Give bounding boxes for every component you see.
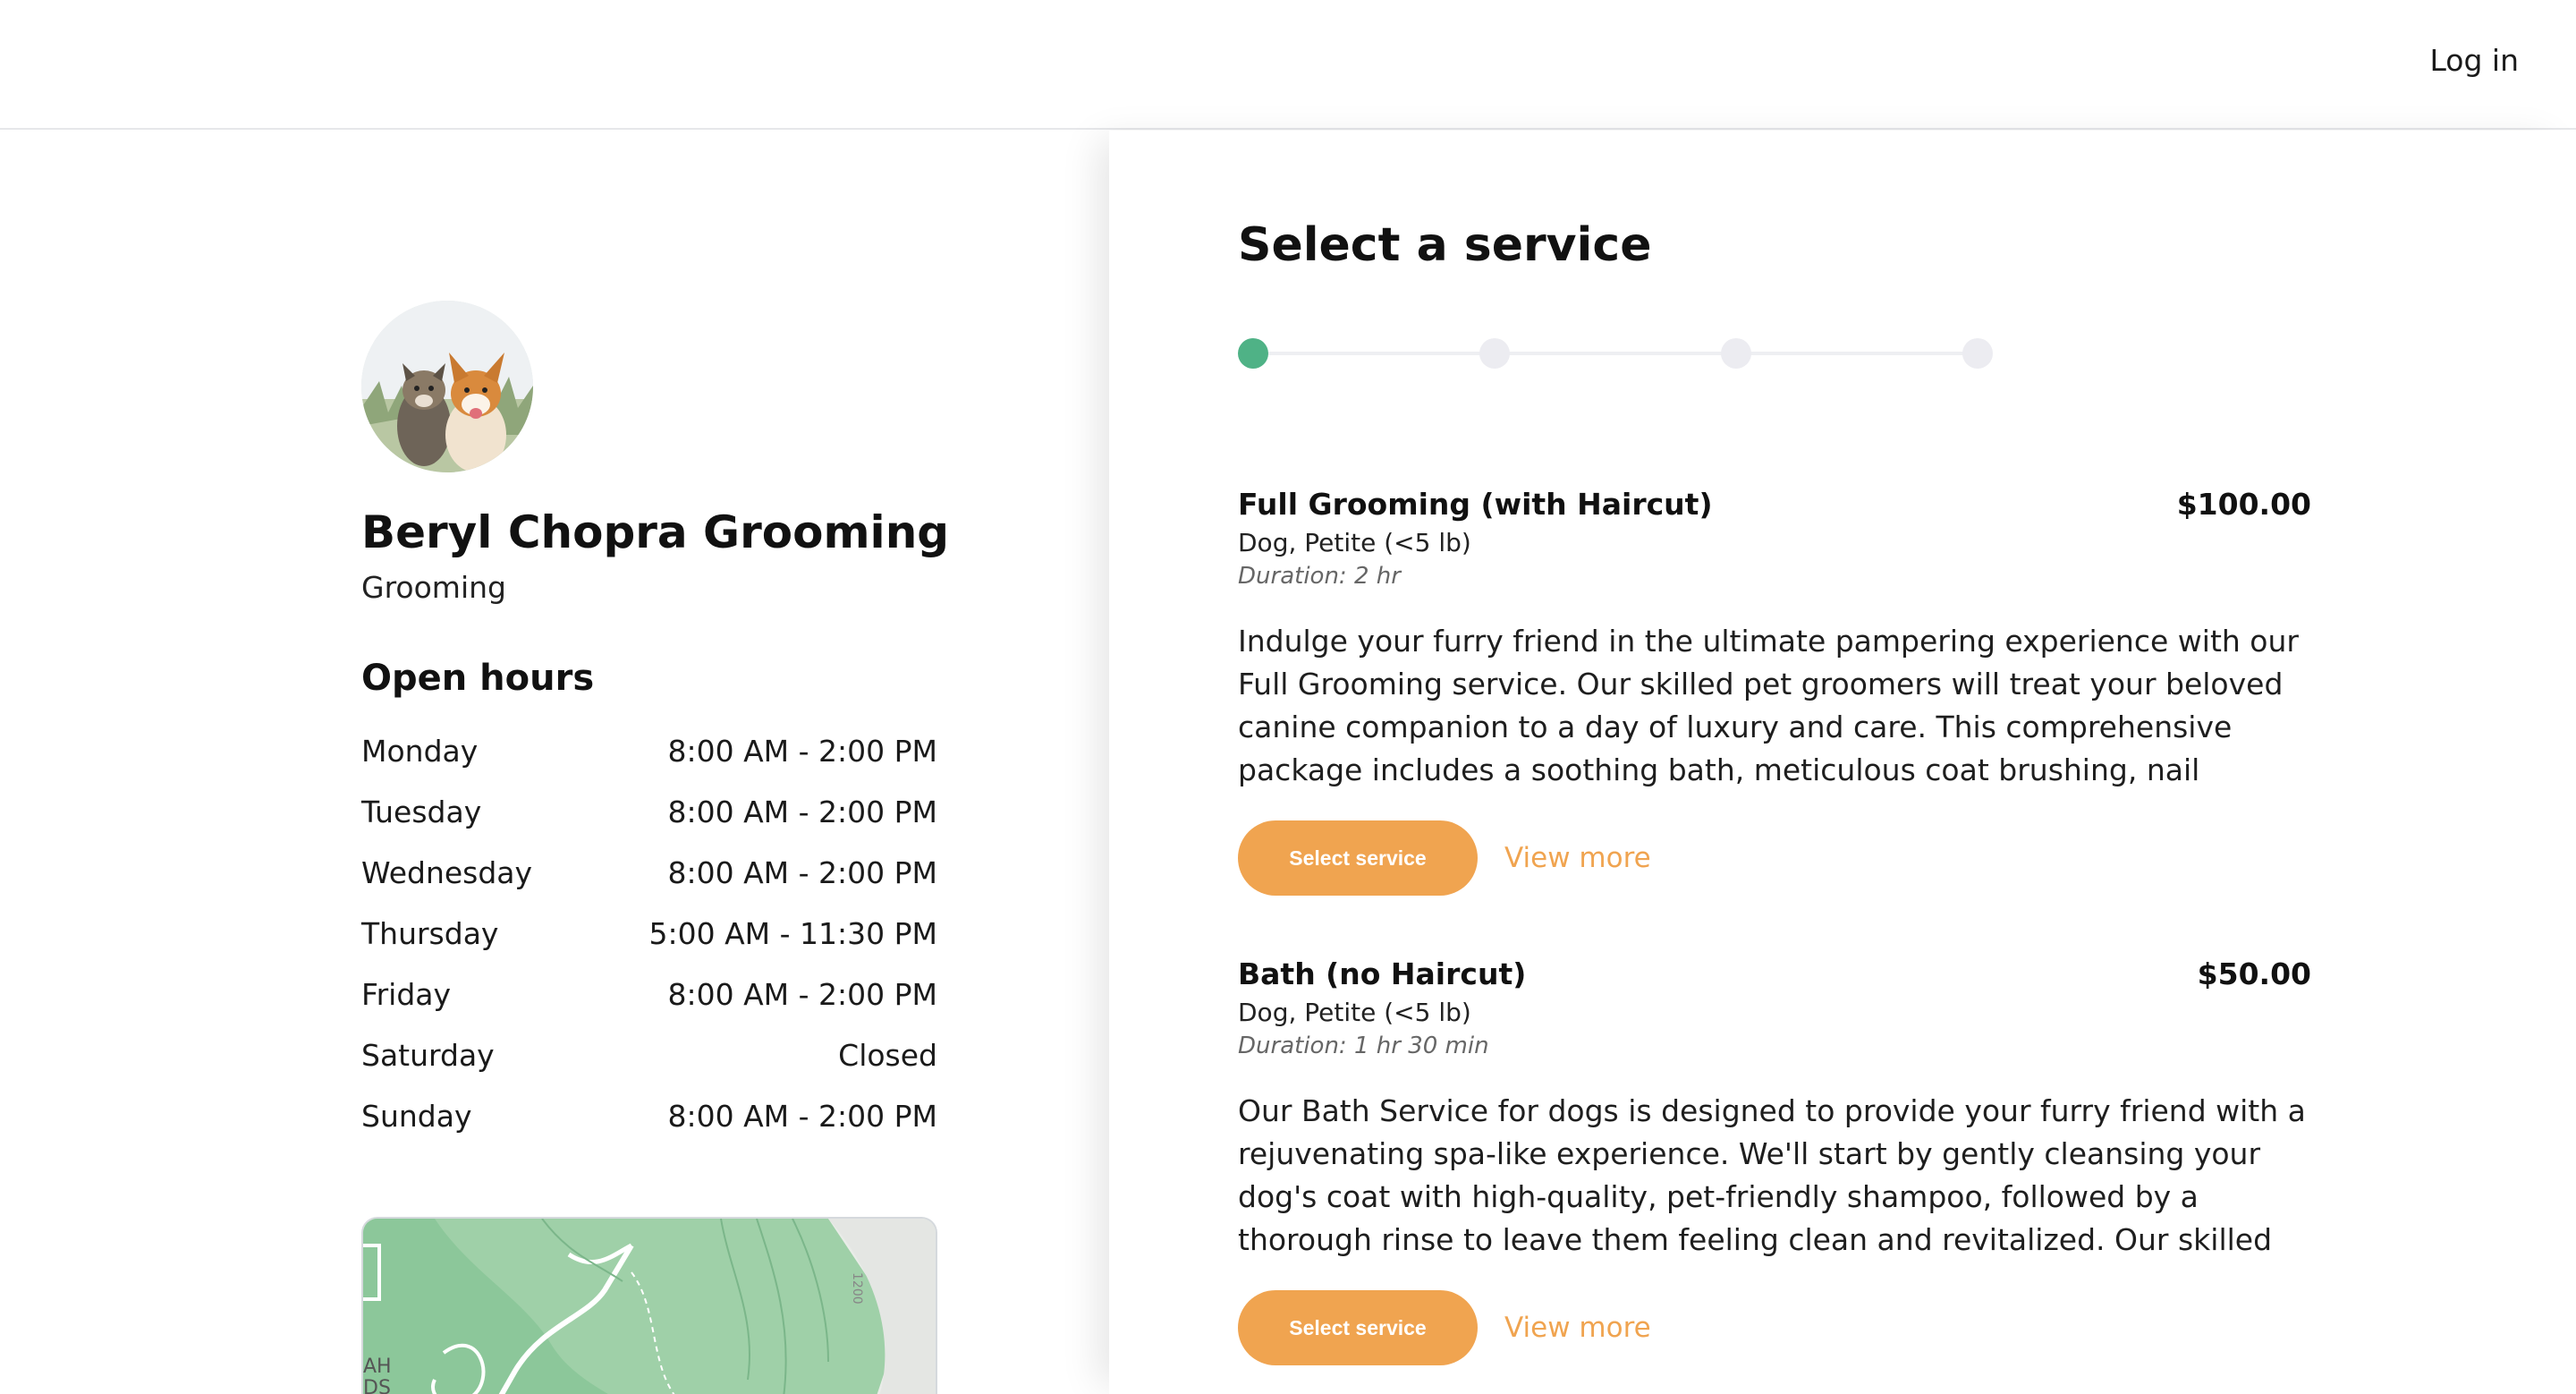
- stepper-track: [1252, 352, 1977, 355]
- open-hours-table: Monday 8:00 AM - 2:00 PM Tuesday 8:00 AM…: [361, 734, 937, 1160]
- service-duration: Duration: 1 hr 30 min: [1238, 1033, 1489, 1059]
- service-selection-panel: Select a service Full Grooming (with Hai…: [1109, 131, 2576, 1394]
- hours-day: Sunday: [361, 1099, 472, 1134]
- hours-row: Sunday 8:00 AM - 2:00 PM: [361, 1099, 937, 1160]
- step-2-dot: [1479, 338, 1510, 369]
- hours-day: Tuesday: [361, 795, 482, 829]
- step-4-dot: [1962, 338, 1993, 369]
- hours-time: 8:00 AM - 2:00 PM: [667, 795, 938, 829]
- open-hours-title: Open hours: [361, 658, 595, 699]
- service-pet-size: Dog, Petite (<5 lb): [1238, 528, 1471, 557]
- hours-time: 8:00 AM - 2:00 PM: [667, 734, 938, 769]
- hours-day: Wednesday: [361, 855, 533, 890]
- hours-day: Thursday: [361, 916, 499, 951]
- hours-day: Monday: [361, 734, 479, 769]
- hours-day: Friday: [361, 977, 452, 1012]
- view-more-link[interactable]: View more: [1504, 1312, 1651, 1344]
- view-more-link[interactable]: View more: [1504, 842, 1651, 874]
- hours-row: Wednesday 8:00 AM - 2:00 PM: [361, 855, 937, 916]
- location-map[interactable]: 1200 AH DS: [361, 1217, 937, 1394]
- service-price: $50.00: [2197, 956, 2311, 991]
- hours-time: 8:00 AM - 2:00 PM: [667, 977, 938, 1012]
- hours-time: 8:00 AM - 2:00 PM: [667, 1099, 938, 1134]
- service-price: $100.00: [2176, 487, 2311, 522]
- service-name: Full Grooming (with Haircut): [1238, 487, 1713, 522]
- map-area-label: AH: [363, 1356, 392, 1378]
- service-name: Bath (no Haircut): [1238, 956, 1527, 991]
- progress-stepper: [1238, 338, 1993, 369]
- service-duration: Duration: 2 hr: [1238, 563, 1401, 590]
- hours-row: Thursday 5:00 AM - 11:30 PM: [361, 916, 937, 977]
- map-area-label: DS: [363, 1377, 391, 1394]
- select-service-button[interactable]: Select service: [1238, 820, 1478, 896]
- business-avatar: [361, 301, 533, 472]
- page-title: Select a service: [1238, 218, 1652, 272]
- map-contour-label: 1200: [850, 1272, 864, 1305]
- dogs-photo: [361, 301, 533, 472]
- step-1-dot: [1238, 338, 1268, 369]
- select-service-button[interactable]: Select service: [1238, 1290, 1478, 1365]
- service-description: Indulge your furry friend in the ultimat…: [1238, 624, 2299, 787]
- service-card: Bath (no Haircut) $50.00 Dog, Petite (<5…: [1238, 956, 2311, 1365]
- hours-row: Saturday Closed: [361, 1038, 937, 1099]
- map-tiles: 1200 AH DS: [363, 1219, 936, 1394]
- business-name: Beryl Chopra Grooming: [361, 506, 950, 558]
- login-link[interactable]: Log in: [2429, 43, 2519, 78]
- top-bar: Log in: [0, 0, 2576, 130]
- step-3-dot: [1721, 338, 1751, 369]
- hours-time: Closed: [838, 1038, 937, 1073]
- hours-day: Saturday: [361, 1038, 495, 1073]
- hours-row: Monday 8:00 AM - 2:00 PM: [361, 734, 937, 795]
- service-card: Full Grooming (with Haircut) $100.00 Dog…: [1238, 487, 2311, 896]
- hours-time: 5:00 AM - 11:30 PM: [648, 916, 938, 951]
- hours-row: Tuesday 8:00 AM - 2:00 PM: [361, 795, 937, 855]
- service-description: Our Bath Service for dogs is designed to…: [1238, 1093, 2306, 1257]
- hours-row: Friday 8:00 AM - 2:00 PM: [361, 977, 937, 1038]
- hours-time: 8:00 AM - 2:00 PM: [667, 855, 938, 890]
- business-category: Grooming: [361, 570, 506, 605]
- service-pet-size: Dog, Petite (<5 lb): [1238, 998, 1471, 1027]
